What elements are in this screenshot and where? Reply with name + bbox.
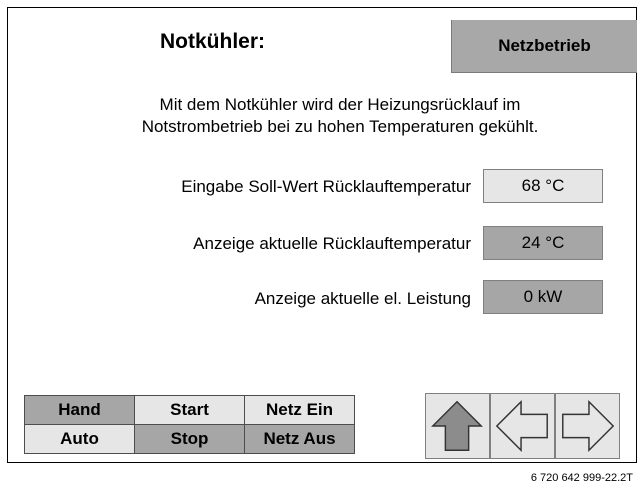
mode-netzbetrieb-button[interactable]: Netzbetrieb: [451, 20, 637, 73]
power-label: Anzeige aktuelle el. Leistung: [254, 289, 471, 308]
left-arrow-icon: [495, 400, 548, 452]
power-display: 0 kW: [483, 280, 603, 314]
page-title: Notkühler:: [160, 30, 265, 53]
right-arrow-icon: [562, 400, 615, 452]
setpoint-label: Eingabe Soll-Wert Rücklauftemperatur: [181, 177, 471, 196]
up-arrow-icon: [431, 400, 484, 451]
up-arrow-button[interactable]: [425, 393, 490, 459]
description-line-2: Notstrombetrieb bei zu hohen Temperature…: [141, 117, 539, 136]
return-temp-display: 24 °C: [483, 226, 603, 260]
return-temp-label: Anzeige aktuelle Rücklauftemperatur: [193, 234, 471, 253]
description-line-1: Mit dem Notkühler wird der Heizungsrückl…: [159, 95, 521, 114]
netz-ein-button[interactable]: Netz Ein: [244, 395, 355, 425]
auto-button[interactable]: Auto: [24, 424, 135, 454]
start-button[interactable]: Start: [134, 395, 245, 425]
left-arrow-button[interactable]: [490, 393, 555, 459]
hand-button[interactable]: Hand: [24, 395, 135, 425]
setpoint-input[interactable]: 68 °C: [483, 169, 603, 203]
figure-id: 6 720 642 999-22.2T: [530, 472, 633, 484]
navigation-arrows: [420, 393, 620, 460]
stop-button[interactable]: Stop: [134, 424, 245, 454]
netz-aus-button[interactable]: Netz Aus: [244, 424, 355, 454]
right-arrow-button[interactable]: [555, 393, 620, 459]
description-text: Mit dem Notkühler wird der Heizungsrückl…: [60, 94, 620, 138]
